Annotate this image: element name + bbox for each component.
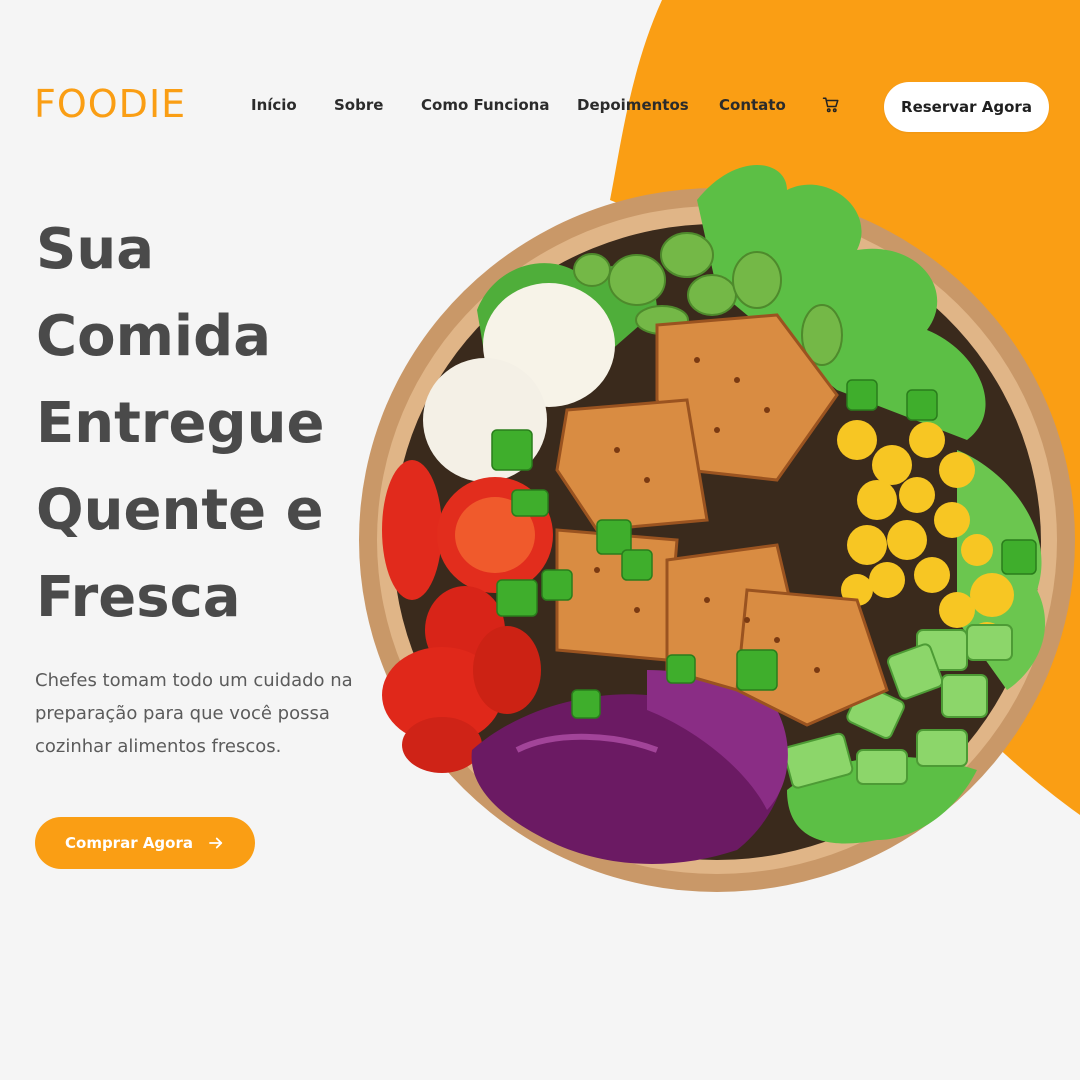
nav-link-como-funciona[interactable]: Como Funciona bbox=[421, 96, 549, 114]
hero-title-line: Quente e bbox=[36, 478, 324, 543]
arrow-right-icon bbox=[209, 837, 223, 849]
nav-link-depoimentos[interactable]: Depoimentos bbox=[577, 96, 689, 114]
hero-title-line: Comida bbox=[36, 304, 271, 369]
brand-logo[interactable]: FOODIE bbox=[34, 82, 186, 126]
reserve-now-button[interactable]: Reservar Agora bbox=[884, 82, 1049, 132]
nav-link-inicio[interactable]: Início bbox=[251, 96, 297, 114]
hero-title-line: Sua bbox=[36, 217, 154, 282]
buy-now-label: Comprar Agora bbox=[65, 834, 193, 852]
buy-now-button[interactable]: Comprar Agora bbox=[35, 817, 255, 869]
hero-title: Sua Comida Entregue Quente e Fresca bbox=[36, 206, 356, 641]
cart-icon[interactable] bbox=[822, 96, 840, 114]
hero-title-line: Entregue bbox=[36, 391, 325, 456]
hero-title-line: Fresca bbox=[36, 565, 241, 630]
nav-link-sobre[interactable]: Sobre bbox=[334, 96, 383, 114]
salad-bowl-image bbox=[359, 165, 1075, 892]
hero-description: Chefes tomam todo um cuidado na preparaç… bbox=[35, 670, 353, 757]
nav-link-contato[interactable]: Contato bbox=[719, 96, 786, 114]
